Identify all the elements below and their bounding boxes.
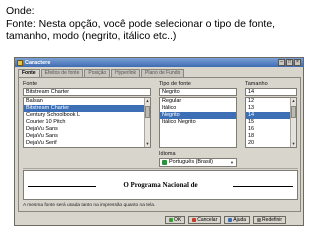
font-name-list[interactable]: Balsan Bitstream Charter Century Schoolb… [23, 97, 151, 148]
list-item[interactable]: Itálico [160, 105, 236, 112]
dialog-buttons: OK Cancelar Ajuda Redefinir [165, 216, 287, 224]
list-item-selected[interactable]: Bitstream Charter [24, 105, 150, 112]
scroll-up-icon[interactable]: ▲ [145, 98, 150, 104]
list-item[interactable]: DejaVu Sans [24, 133, 150, 140]
preview-text: O Programa Nacional de [123, 181, 198, 189]
list-item[interactable]: Century Schoolbook L [24, 112, 150, 119]
font-size-list[interactable]: 12 13 14 15 16 18 20 ▲ ▼ [245, 97, 297, 148]
reset-icon [257, 218, 262, 222]
font-list-scrollbar[interactable]: ▲ ▼ [144, 98, 150, 147]
app-icon [17, 59, 23, 66]
maximize-icon[interactable]: □ [286, 59, 293, 66]
font-name-input[interactable]: Bitstream Charter [23, 88, 151, 96]
preview-rule-right [233, 186, 293, 187]
cancel-icon [192, 218, 197, 222]
tab-hyperlink[interactable]: Hyperlink [111, 69, 140, 77]
dialog-titlebar[interactable]: Caractere ‒ □ × [15, 58, 303, 67]
list-item[interactable]: 18 [246, 133, 296, 140]
list-item[interactable]: 15 [246, 119, 296, 126]
scroll-down-icon[interactable]: ▼ [145, 141, 150, 147]
list-item-selected[interactable]: Negrito [160, 112, 236, 119]
reset-button[interactable]: Redefinir [253, 216, 287, 224]
window-controls: ‒ □ × [278, 59, 301, 66]
ok-button[interactable]: OK [165, 216, 186, 224]
tab-posicao[interactable]: Posição [84, 69, 111, 77]
list-item[interactable]: Itálico Negrito [160, 119, 236, 126]
flag-icon [162, 160, 167, 165]
tab-plano-de-fundo[interactable]: Plano de Fundo [141, 69, 185, 77]
tab-efeitos-de-fonte[interactable]: Efeitos de fonte [40, 69, 84, 77]
font-tab-panel: Fonte Bitstream Charter Balsan Bitstream… [18, 77, 301, 212]
language-label: Idioma [159, 151, 176, 157]
divider [23, 168, 298, 169]
check-icon [169, 218, 173, 222]
caption-line-1: Onde: [6, 5, 35, 17]
dialog-title: Caractere [25, 59, 51, 66]
cancel-button[interactable]: Cancelar [188, 216, 222, 224]
help-icon [228, 218, 233, 222]
close-icon[interactable]: × [294, 59, 301, 66]
cancel-label: Cancelar [197, 217, 218, 223]
scroll-down-icon[interactable]: ▼ [291, 141, 296, 147]
list-item[interactable]: 16 [246, 126, 296, 133]
list-item[interactable]: Courier 10 Pitch [24, 119, 150, 126]
caption-line-3: tamanho, modo (negrito, itálico etc..) [6, 30, 177, 42]
preview-note: A mesma fonte será usada tanto na impres… [23, 203, 156, 208]
font-style-list[interactable]: Regular Itálico Negrito Itálico Negrito [159, 97, 237, 148]
list-item[interactable]: DejaVu Sans [24, 126, 150, 133]
list-item[interactable]: DejaVu Serif [24, 140, 150, 147]
help-button[interactable]: Ajuda [224, 216, 251, 224]
minimize-icon[interactable]: ‒ [278, 59, 285, 66]
list-item-selected[interactable]: 14 [246, 112, 296, 119]
caption-text: Onde: Fonte: Nesta opção, você pode sele… [6, 5, 318, 43]
font-size-label: Tamanho [245, 81, 268, 87]
scroll-thumb[interactable] [145, 106, 150, 118]
list-item[interactable]: Regular [160, 98, 236, 105]
language-value: Português (Brasil) [169, 159, 214, 165]
list-item[interactable]: 20 [246, 140, 296, 147]
font-preview-box: O Programa Nacional de [23, 170, 298, 200]
font-size-input[interactable]: 14 [245, 88, 297, 96]
font-style-input[interactable]: Negrito [159, 88, 237, 96]
help-label: Ajuda [233, 217, 247, 223]
font-style-label: Tipo de fonte [159, 81, 191, 87]
list-item[interactable]: Balsan [24, 98, 150, 105]
list-item[interactable]: 12 [246, 98, 296, 105]
scroll-thumb[interactable] [291, 106, 296, 118]
font-label: Fonte [23, 81, 38, 87]
character-dialog: Caractere ‒ □ × Fonte Efeitos de fonte P… [14, 57, 304, 226]
language-select[interactable]: Português (Brasil) ▼ [159, 158, 237, 167]
caption-line-2: Fonte: Nesta opção, você pode selecionar… [6, 17, 276, 30]
ok-label: OK [174, 217, 182, 223]
list-item[interactable]: 13 [246, 105, 296, 112]
chevron-down-icon[interactable]: ▼ [229, 160, 235, 165]
size-list-scrollbar[interactable]: ▲ ▼ [290, 98, 296, 147]
reset-label: Redefinir [262, 217, 283, 223]
scroll-up-icon[interactable]: ▲ [291, 98, 296, 104]
